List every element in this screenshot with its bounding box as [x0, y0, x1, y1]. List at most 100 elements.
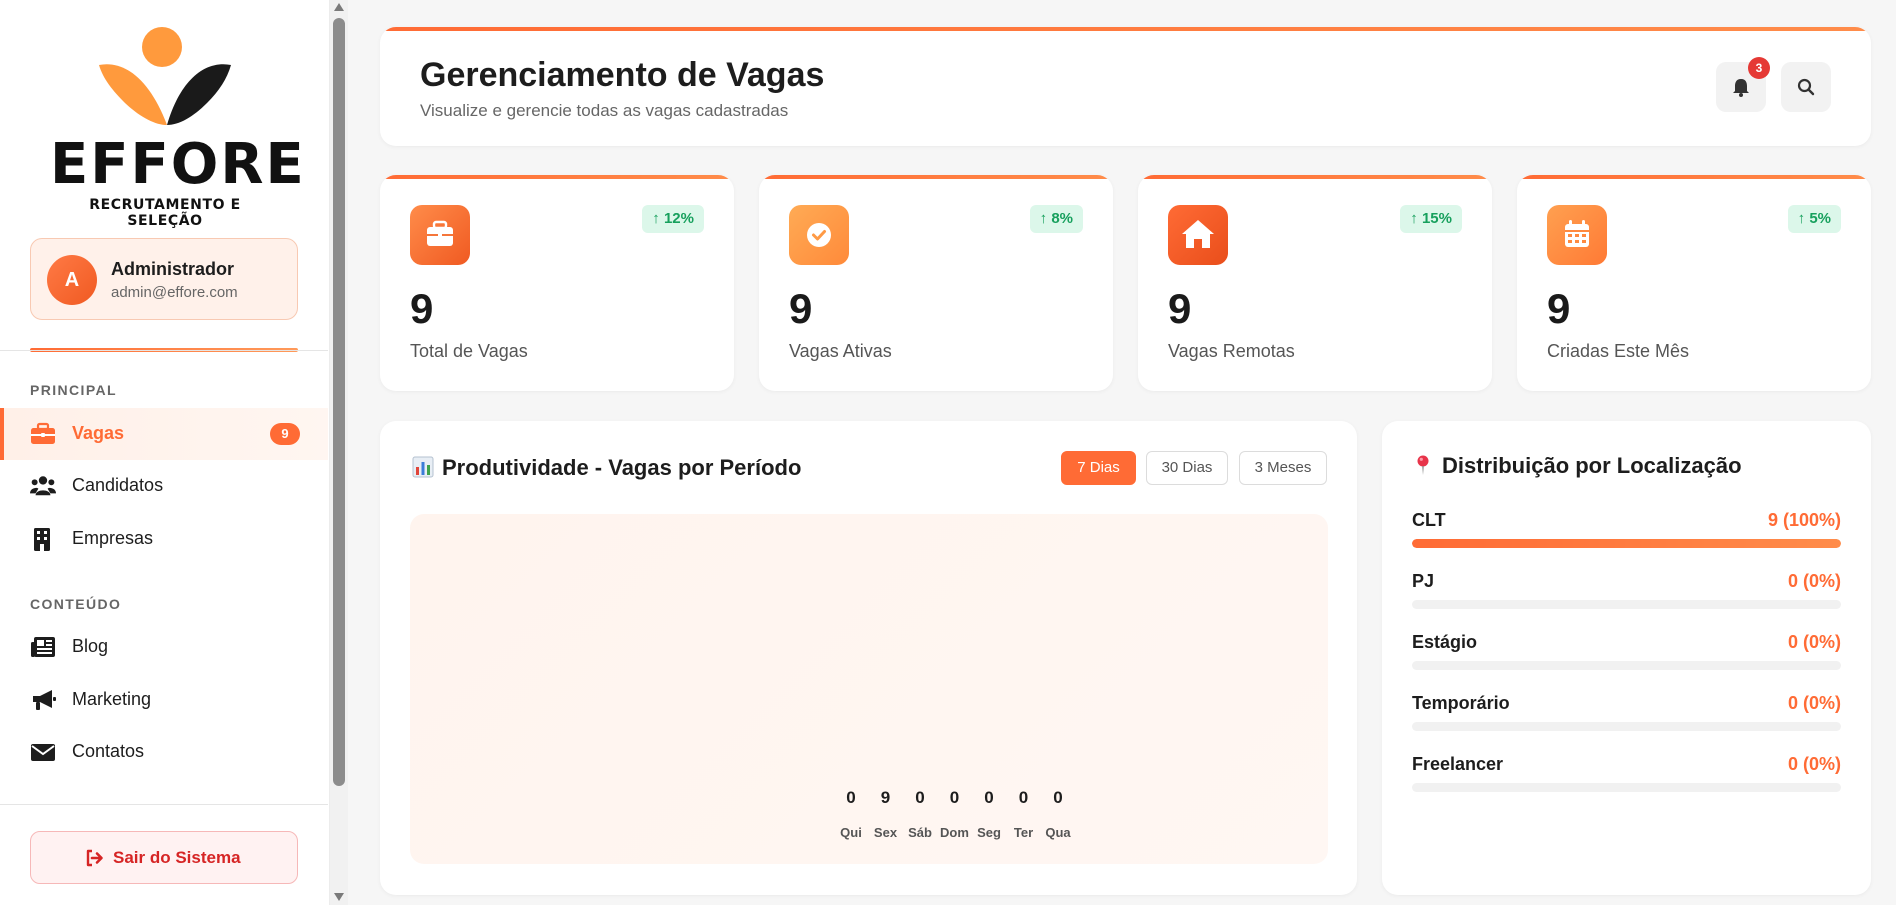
distribution-label: Freelancer: [1412, 754, 1504, 774]
page-header: Gerenciamento de Vagas Visualize e geren…: [380, 27, 1871, 146]
sidebar-divider: [0, 350, 328, 351]
briefcase-icon: [31, 422, 55, 444]
sidebar-item-label: Contatos: [72, 741, 145, 761]
x-tick-label: Seg: [977, 825, 1001, 840]
bar-value-label: 0: [1053, 788, 1063, 807]
distribution-value: 0 (0%): [1787, 693, 1841, 713]
distribution-value: 9 (100%): [1767, 510, 1841, 530]
trend-value: 8%: [1051, 210, 1073, 227]
distribution-value: 0 (0%): [1787, 632, 1841, 652]
stat-card-remotas: ↑ 15% 9 Vagas Remotas: [1138, 175, 1492, 391]
period-30-days-button[interactable]: 30 Dias: [1146, 451, 1228, 485]
brand-name: EFFORE: [50, 132, 306, 197]
stat-label: Vagas Ativas: [789, 341, 892, 361]
x-tick-label: Sáb: [908, 825, 932, 840]
panel-title-text: Produtividade - Vagas por Período: [442, 455, 802, 480]
bar-value-label: 0: [846, 788, 856, 807]
user-card[interactable]: A Administrador admin@effore.com: [30, 238, 298, 320]
logo-mark: [99, 27, 231, 125]
stat-card-ativas: ↑ 8% 9 Vagas Ativas: [759, 175, 1113, 391]
sidebar-item-marketing[interactable]: Marketing: [0, 674, 328, 726]
trend-badge: ↑ 8%: [1029, 205, 1083, 233]
notification-count-badge: 3: [1748, 57, 1770, 79]
stat-card-total: ↑ 12% 9 Total de Vagas: [380, 175, 734, 391]
stat-value: 9: [1168, 285, 1192, 332]
distribution-row: CLT 9 (100%): [1412, 510, 1841, 560]
sidebar-item-blog[interactable]: Blog: [0, 621, 328, 673]
sidebar-item-vagas[interactable]: Vagas 9: [0, 408, 328, 460]
progress-fill: [1412, 539, 1841, 548]
bar-chart-area: 0 Qui 9 Sex 0 Sáb 0 Dom 0 Seg 0 Ter 0 Qua: [410, 514, 1328, 864]
stat-value: 9: [1547, 285, 1571, 332]
period-7-days-button[interactable]: 7 Dias: [1061, 451, 1136, 485]
sidebar-item-empresas[interactable]: Empresas: [0, 513, 328, 565]
distribution-label: Temporário: [1412, 693, 1510, 713]
panel-title: Produtividade - Vagas por Período: [412, 455, 801, 481]
megaphone-icon: [33, 690, 56, 710]
trend-value: 5%: [1809, 210, 1831, 227]
briefcase-icon: [410, 205, 470, 265]
distribution-row: Estágio 0 (0%): [1412, 632, 1841, 682]
sidebar-item-label: Vagas: [72, 423, 125, 443]
stat-label: Vagas Remotas: [1168, 341, 1295, 361]
pin-icon: [1417, 455, 1429, 475]
brand-logo: EFFORE RECRUTAMENTO E SELEÇÃO: [50, 25, 306, 229]
scrollbar-thumb[interactable]: [333, 18, 345, 786]
x-tick-label: Qua: [1045, 825, 1071, 840]
stat-value: 9: [410, 285, 434, 332]
productivity-panel: Produtividade - Vagas por Período 7 Dias…: [380, 421, 1357, 895]
distribution-row: PJ 0 (0%): [1412, 571, 1841, 621]
period-3-months-button[interactable]: 3 Meses: [1239, 451, 1327, 485]
progress-track: [1412, 539, 1841, 548]
sidebar-item-label: Empresas: [72, 528, 154, 548]
distribution-row: Freelancer 0 (0%): [1412, 754, 1841, 804]
trend-value: 12%: [663, 210, 694, 227]
distribution-panel: Distribuição por Localização CLT 9 (100%)…: [1382, 421, 1871, 895]
trend-badge: ↑ 12%: [642, 205, 704, 233]
envelope-icon: [31, 744, 55, 761]
sidebar-scrollbar[interactable]: [330, 0, 348, 905]
building-icon: [34, 528, 50, 551]
sidebar-item-label: Blog: [72, 636, 109, 656]
stat-value: 9: [789, 285, 813, 332]
distribution-row: Temporário 0 (0%): [1412, 693, 1841, 743]
users-icon: [30, 476, 56, 496]
trend-value: 15%: [1421, 210, 1452, 227]
search-button[interactable]: [1781, 62, 1831, 112]
sidebar-item-label: Candidatos: [72, 475, 164, 495]
x-tick-label: Dom: [940, 825, 969, 840]
check-circle-icon: [789, 205, 849, 265]
distribution-label: PJ: [1412, 571, 1435, 591]
distribution-value: 0 (0%): [1787, 754, 1841, 774]
bar-value-label: 0: [915, 788, 925, 807]
scroll-down-arrow-icon[interactable]: [334, 893, 344, 901]
distribution-label: CLT: [1412, 510, 1446, 530]
user-email: admin@effore.com: [111, 284, 238, 301]
bar-value-label: 0: [984, 788, 994, 807]
bar-value-label: 0: [1018, 788, 1029, 807]
trend-badge: ↑ 15%: [1400, 205, 1462, 233]
x-tick-label: Qui: [840, 825, 862, 840]
brand-tagline: RECRUTAMENTO E SELEÇÃO: [89, 197, 241, 229]
page-title: Gerenciamento de Vagas: [420, 56, 825, 94]
stat-card-mes: ↑ 5% 9 Criadas Este Mês: [1517, 175, 1871, 391]
sidebar-item-candidatos[interactable]: Candidatos: [0, 460, 328, 512]
trend-badge: ↑ 5%: [1787, 205, 1841, 233]
logout-label: Sair do Sistema: [113, 848, 241, 867]
sidebar-item-contatos[interactable]: Contatos: [0, 726, 328, 778]
notifications-button[interactable]: 3: [1716, 57, 1770, 112]
sidebar-item-label: Marketing: [72, 689, 152, 709]
panel-title-text: Distribuição por Localização: [1442, 453, 1742, 478]
stat-label: Criadas Este Mês: [1547, 341, 1690, 361]
distribution-label: Estágio: [1412, 632, 1478, 652]
page-subtitle: Visualize e gerencie todas as vagas cada…: [420, 101, 789, 120]
user-name: Administrador: [111, 259, 235, 279]
newspaper-icon: [31, 637, 55, 657]
panel-title: Distribuição por Localização: [1412, 453, 1742, 479]
x-tick-label: Ter: [1013, 825, 1034, 840]
logout-button[interactable]: Sair do Sistema: [30, 831, 298, 884]
progress-track: [1412, 600, 1841, 609]
distribution-value: 0 (0%): [1787, 571, 1841, 591]
sidebar: EFFORE RECRUTAMENTO E SELEÇÃO A Administ…: [0, 0, 330, 905]
scroll-up-arrow-icon[interactable]: [334, 3, 344, 11]
